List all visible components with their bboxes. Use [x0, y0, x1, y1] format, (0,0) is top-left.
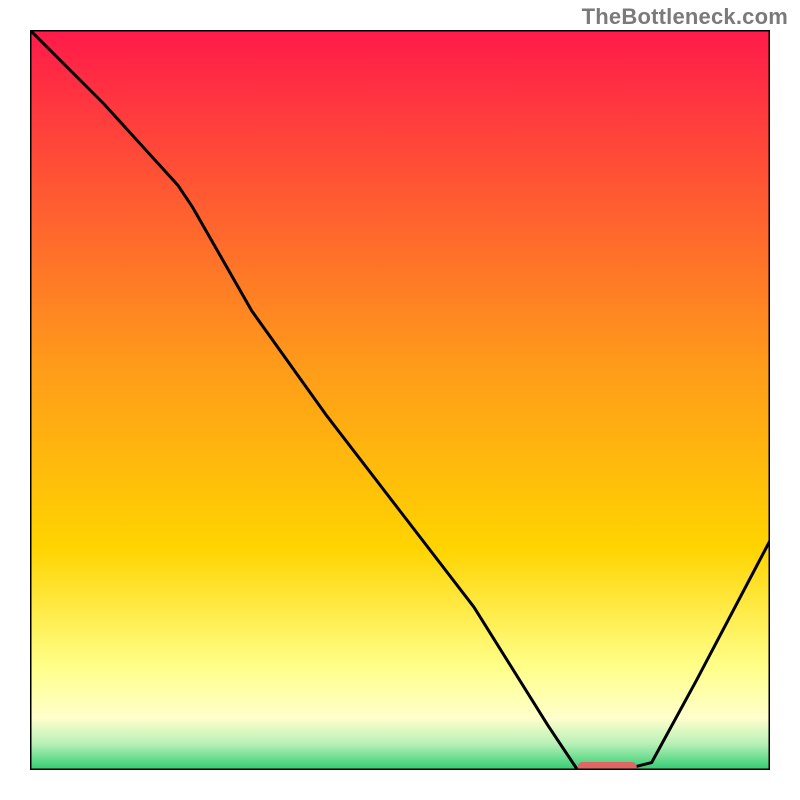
plot-background [30, 30, 770, 770]
bottleneck-chart [30, 30, 770, 770]
watermark-text: TheBottleneck.com [582, 4, 788, 30]
chart-svg [30, 30, 770, 770]
